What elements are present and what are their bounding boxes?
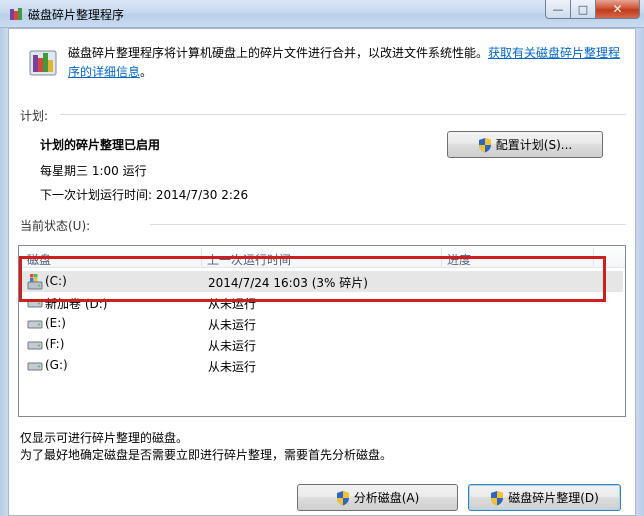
disk-name: (E:) bbox=[45, 316, 66, 330]
system-drive-icon bbox=[27, 274, 43, 290]
schedule-divider bbox=[60, 114, 626, 115]
window-frame-left bbox=[0, 28, 8, 516]
disk-row-g[interactable]: (G:) 从未运行 bbox=[21, 355, 623, 376]
minimize-button[interactable]: — bbox=[545, 0, 571, 19]
disk-name: 新加卷 (D:) bbox=[45, 297, 108, 311]
window-title: 磁盘碎片整理程序 bbox=[28, 8, 125, 22]
analyze-disk-button[interactable]: 分析磁盘(A) bbox=[297, 484, 458, 511]
uac-shield-icon bbox=[478, 137, 491, 152]
minimize-icon: — bbox=[552, 2, 564, 16]
column-header-disk[interactable]: 磁盘 bbox=[27, 251, 51, 268]
disk-row-f[interactable]: (F:) 从未运行 bbox=[21, 334, 623, 355]
disk-list[interactable]: 磁盘 上一次运行时间 进度 (C:) 2014/7/24 16:03 (3% 碎… bbox=[18, 245, 626, 417]
disk-last-run: 从未运行 bbox=[208, 360, 257, 374]
disk-name: (G:) bbox=[45, 358, 68, 372]
configure-schedule-button[interactable]: 配置计划(S)... bbox=[447, 131, 603, 158]
description-trailing: 。 bbox=[140, 65, 153, 79]
disk-row-d[interactable]: 新加卷 (D:) 从未运行 bbox=[21, 292, 623, 313]
defrag-program-icon bbox=[29, 50, 57, 76]
column-separator[interactable] bbox=[201, 248, 202, 266]
schedule-status: 计划的碎片整理已启用 bbox=[40, 138, 161, 152]
disk-last-run: 从未运行 bbox=[208, 297, 257, 311]
column-header-last-run[interactable]: 上一次运行时间 bbox=[207, 251, 291, 268]
column-separator[interactable] bbox=[441, 248, 442, 266]
drive-icon bbox=[27, 362, 43, 371]
column-separator[interactable] bbox=[593, 248, 594, 266]
disk-last-run: 从未运行 bbox=[208, 318, 257, 332]
close-button[interactable]: ✕ bbox=[596, 0, 640, 19]
drive-icon bbox=[27, 341, 43, 350]
disk-name: (F:) bbox=[45, 337, 65, 351]
schedule-next-run: 下一次计划运行时间: 2014/7/30 2:26 bbox=[40, 188, 249, 202]
window-frame-right bbox=[636, 28, 644, 516]
close-icon: ✕ bbox=[612, 2, 623, 16]
description: 磁盘碎片整理程序将计算机硬盘上的碎片文件进行合并，以改进文件系统性能。获取有关磁… bbox=[68, 44, 628, 82]
defrag-app-icon bbox=[10, 8, 22, 20]
uac-shield-icon bbox=[336, 490, 349, 505]
column-header-progress[interactable]: 进度 bbox=[447, 251, 471, 268]
disk-row-e[interactable]: (E:) 从未运行 bbox=[21, 313, 623, 334]
disk-row-c[interactable]: (C:) 2014/7/24 16:03 (3% 碎片) bbox=[21, 271, 623, 292]
defrag-disk-button[interactable]: 磁盘碎片整理(D) bbox=[468, 484, 621, 511]
disk-last-run: 2014/7/24 16:03 (3% 碎片) bbox=[208, 276, 368, 290]
maximize-icon: □ bbox=[577, 2, 589, 16]
disk-name: (C:) bbox=[45, 274, 67, 288]
current-status-label: 当前状态(U): bbox=[20, 219, 91, 233]
defrag-disk-label: 磁盘碎片整理(D) bbox=[508, 491, 599, 505]
analyze-disk-label: 分析磁盘(A) bbox=[353, 491, 420, 505]
disk-list-header: 磁盘 上一次运行时间 进度 bbox=[19, 246, 625, 268]
maximize-button[interactable]: □ bbox=[571, 0, 596, 19]
drive-icon bbox=[27, 320, 43, 329]
note-defraggable-only: 仅显示可进行碎片整理的磁盘。 bbox=[20, 431, 189, 445]
status-divider bbox=[150, 224, 626, 225]
uac-shield-icon bbox=[491, 490, 504, 505]
configure-schedule-label: 配置计划(S)... bbox=[495, 138, 573, 152]
schedule-section-label: 计划: bbox=[20, 109, 49, 123]
description-text: 磁盘碎片整理程序将计算机硬盘上的碎片文件进行合并，以改进文件系统性能。 bbox=[68, 46, 489, 60]
drive-icon bbox=[27, 299, 43, 308]
title-bar[interactable]: 磁盘碎片整理程序 — □ ✕ bbox=[0, 0, 644, 28]
disk-last-run: 从未运行 bbox=[208, 339, 257, 353]
schedule-frequency: 每星期三 1:00 运行 bbox=[40, 164, 147, 178]
note-analyze-first: 为了最好地确定磁盘是否需要立即进行碎片整理，需要首先分析磁盘。 bbox=[20, 448, 393, 462]
